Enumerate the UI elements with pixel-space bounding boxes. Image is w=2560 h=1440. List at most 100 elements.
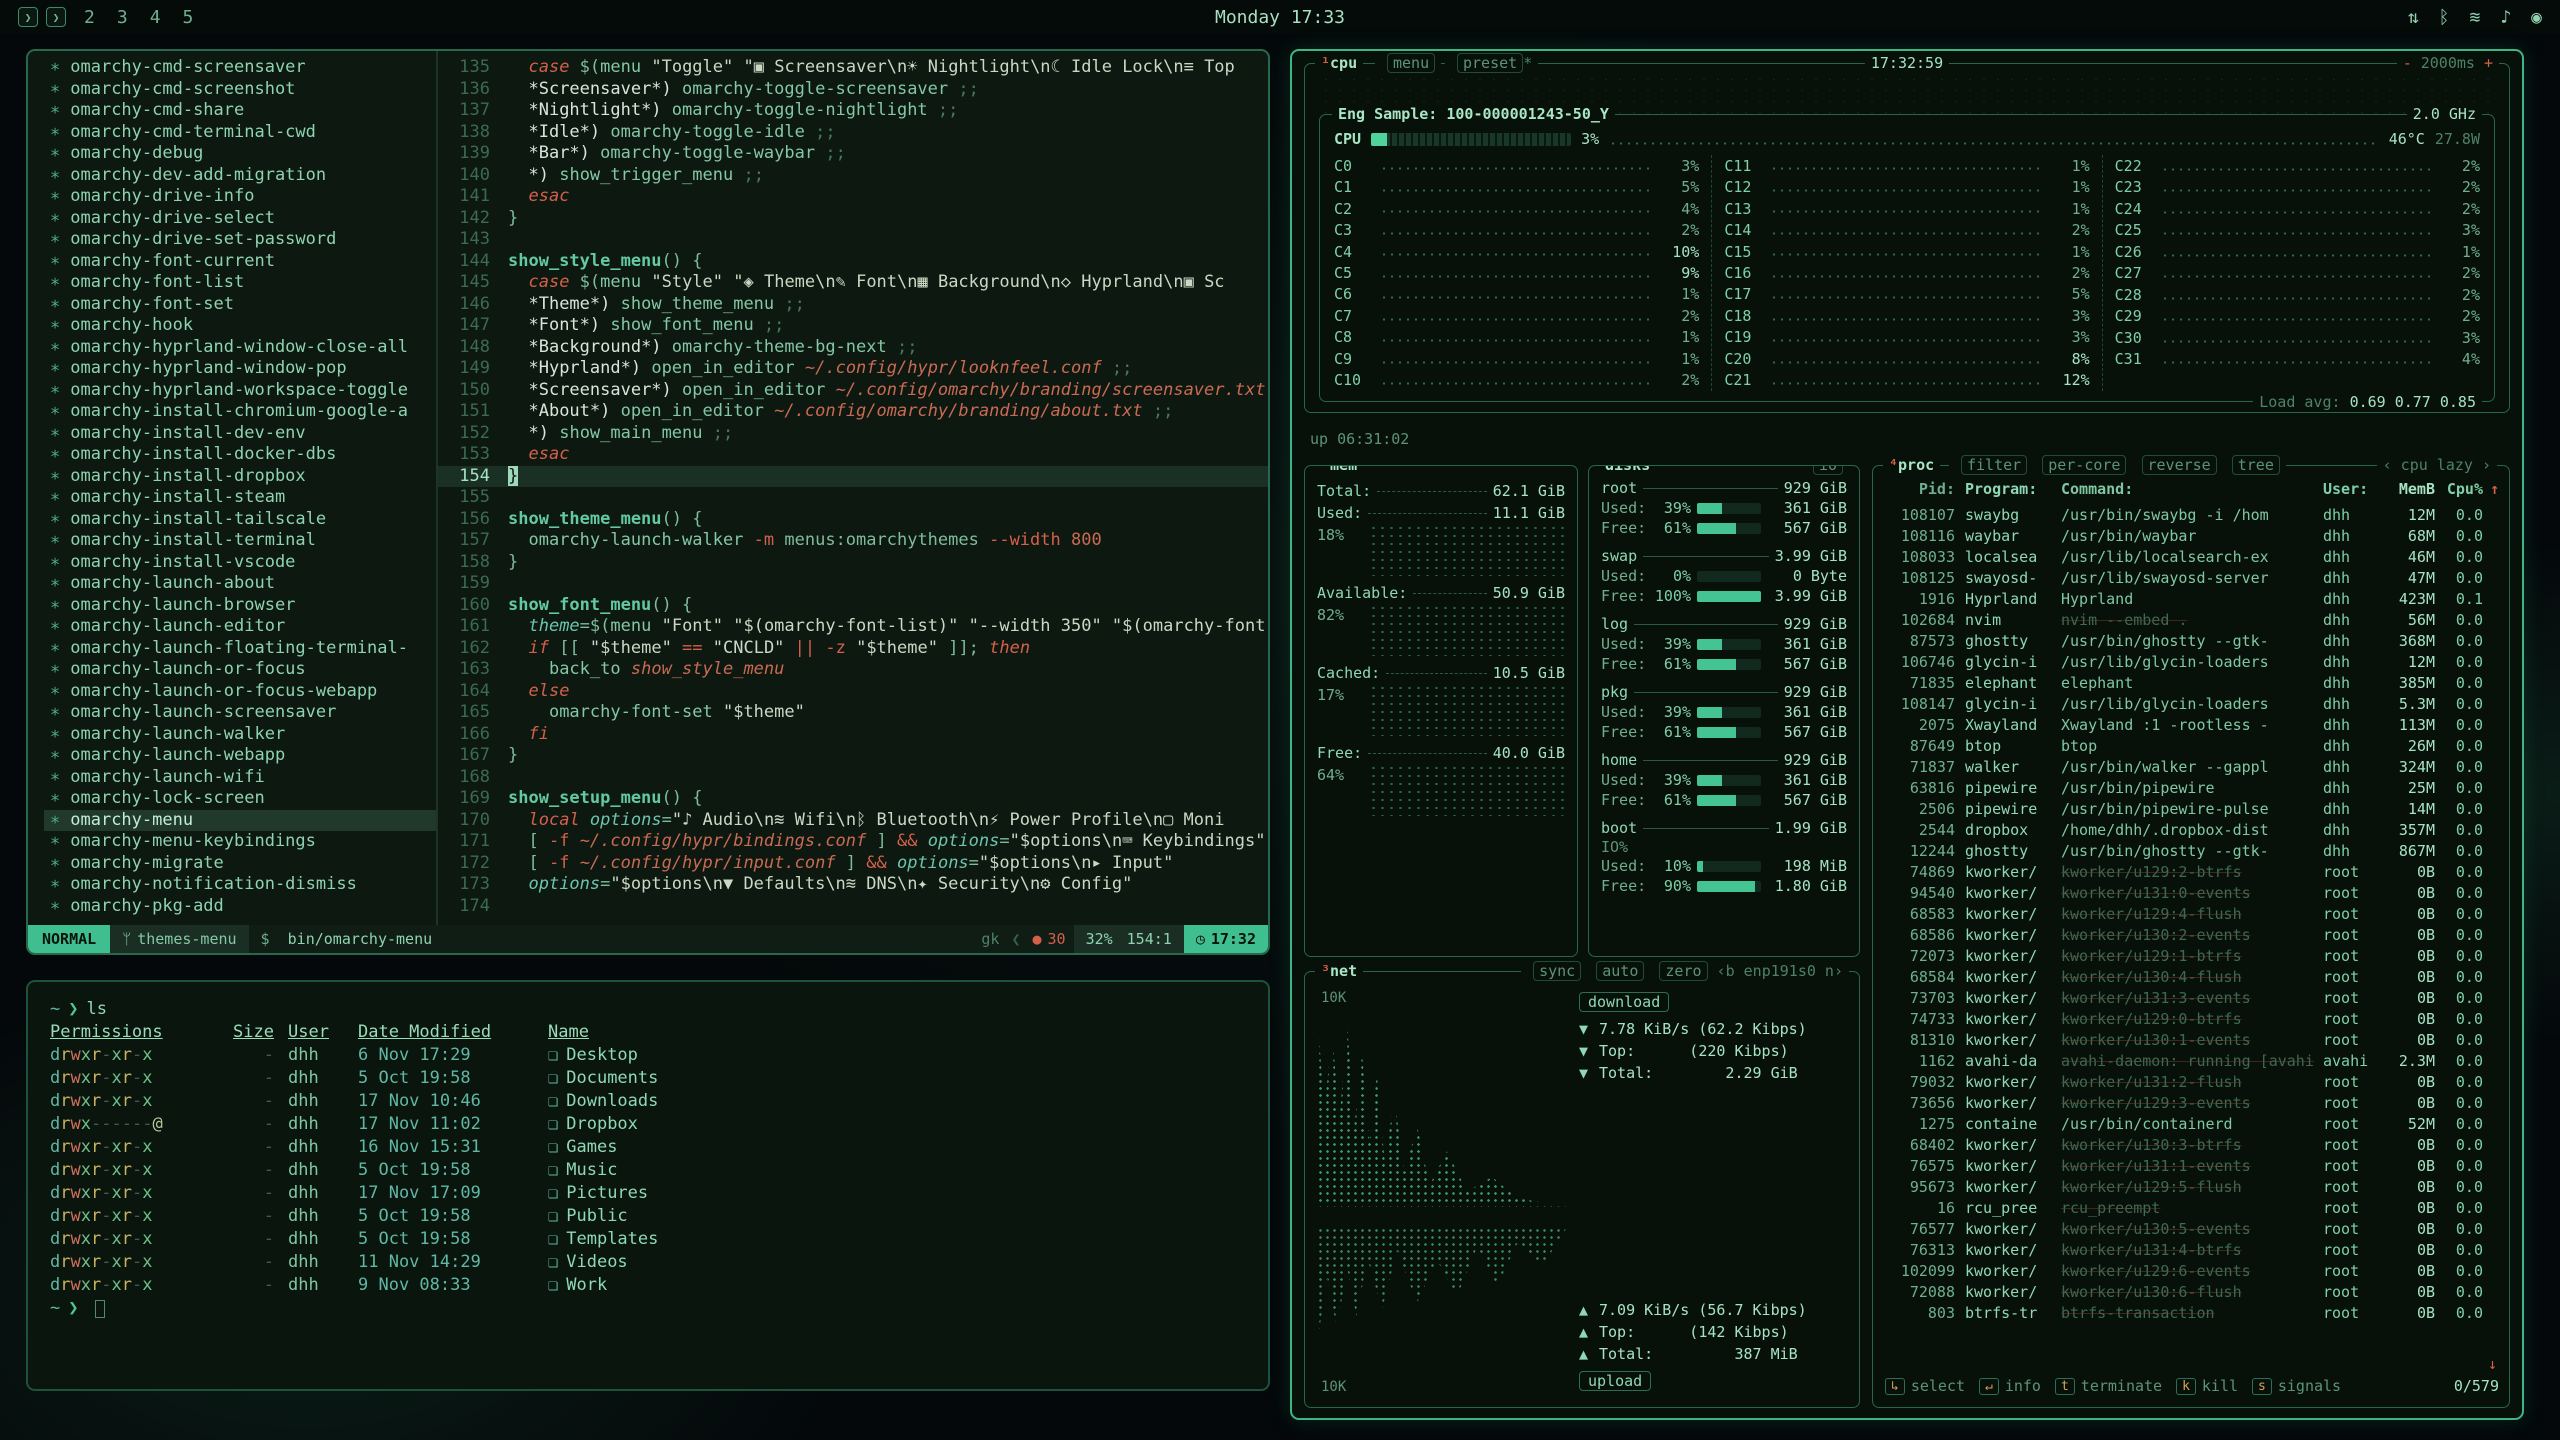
file-item[interactable]: ∗omarchy-install-steam: [44, 487, 436, 509]
process-row[interactable]: 73656kworker/kworker/u129:3-eventsroot0B…: [1885, 1092, 2499, 1113]
process-row[interactable]: 87573ghostty/usr/bin/ghostty --gtk-dhh36…: [1885, 630, 2499, 651]
process-row[interactable]: 2506pipewire/usr/bin/pipewire-pulsedhh14…: [1885, 798, 2499, 819]
footer-action-kill[interactable]: kkill: [2176, 1377, 2238, 1395]
file-item[interactable]: ∗omarchy-install-terminal: [44, 530, 436, 552]
diagnostics-count[interactable]: ● 30: [1024, 930, 1073, 948]
app-window-icon[interactable]: ❯: [46, 7, 66, 27]
file-item[interactable]: ∗omarchy-hyprland-window-pop: [44, 358, 436, 380]
process-row[interactable]: 74733kworker/kworker/u129:0-btrfsroot0B0…: [1885, 1008, 2499, 1029]
file-explorer[interactable]: ∗omarchy-cmd-screensaver∗omarchy-cmd-scr…: [28, 51, 436, 925]
file-item[interactable]: ∗omarchy-drive-info: [44, 186, 436, 208]
btop-window[interactable]: ¹cpu menu preset* 17:32:59 - 2000ms + En…: [1290, 49, 2524, 1420]
file-item[interactable]: ∗omarchy-install-vscode: [44, 552, 436, 574]
process-row[interactable]: 108116waybar/usr/bin/waybardhh68M0.0: [1885, 525, 2499, 546]
footer-action-select[interactable]: ↳select: [1885, 1377, 1965, 1395]
process-row[interactable]: 95673kworker/kworker/u129:5-flushroot0B0…: [1885, 1176, 2499, 1197]
process-row[interactable]: 108125swayosd-/usr/lib/swayosd-serverdhh…: [1885, 567, 2499, 588]
process-row[interactable]: 94540kworker/kworker/u131:0-eventsroot0B…: [1885, 882, 2499, 903]
file-item[interactable]: ∗omarchy-hook: [44, 315, 436, 337]
directory-name[interactable]: ❏Games: [534, 1136, 617, 1159]
directory-name[interactable]: ❏Dropbox: [534, 1113, 638, 1136]
wifi-icon[interactable]: ≋: [2469, 7, 2480, 28]
active-workspace-windows[interactable]: ❯❯: [18, 7, 66, 27]
file-item[interactable]: ∗omarchy-launch-or-focus-webapp: [44, 681, 436, 703]
menu-button[interactable]: menu: [1375, 54, 1441, 72]
file-item[interactable]: ∗omarchy-menu: [44, 810, 436, 832]
directory-name[interactable]: ❏Work: [534, 1274, 607, 1297]
process-row[interactable]: 63816pipewire/usr/bin/pipewiredhh25M0.0: [1885, 777, 2499, 798]
file-item[interactable]: ∗omarchy-cmd-screensaver: [44, 57, 436, 79]
file-item[interactable]: ∗omarchy-pkg-add: [44, 896, 436, 918]
file-item[interactable]: ∗omarchy-launch-floating-terminal-: [44, 638, 436, 660]
process-row[interactable]: 71837walker/usr/bin/walker --gappldhh324…: [1885, 756, 2499, 777]
process-row[interactable]: 108147glycin-i/usr/lib/glycin-loadersdhh…: [1885, 693, 2499, 714]
file-item[interactable]: ∗omarchy-notification-dismiss: [44, 874, 436, 896]
process-row[interactable]: 1162avahi-daavahi-daemon: running [avahi…: [1885, 1050, 2499, 1071]
process-row[interactable]: 72073kworker/kworker/u129:1-btrfsroot0B0…: [1885, 945, 2499, 966]
process-row[interactable]: 71835elephantelephantdhh385M0.0: [1885, 672, 2499, 693]
file-item[interactable]: ∗omarchy-launch-wifi: [44, 767, 436, 789]
directory-name[interactable]: ❏Documents: [534, 1067, 658, 1090]
file-item[interactable]: ∗omarchy-cmd-screenshot: [44, 79, 436, 101]
file-item[interactable]: ∗omarchy-drive-select: [44, 208, 436, 230]
terminal-window[interactable]: ~❯lsPermissionsSizeUserDate ModifiedName…: [26, 980, 1270, 1391]
footer-action-signals[interactable]: ssignals: [2252, 1377, 2341, 1395]
process-row[interactable]: 87649btopbtopdhh26M0.0: [1885, 735, 2499, 756]
directory-name[interactable]: ❏Music: [534, 1159, 617, 1182]
process-row[interactable]: 79032kworker/kworker/u131:2-flushroot0B0…: [1885, 1071, 2499, 1092]
file-item[interactable]: ∗omarchy-font-current: [44, 251, 436, 273]
process-row[interactable]: 1916HyprlandHyprlanddhh423M0.1: [1885, 588, 2499, 609]
process-row[interactable]: 76313kworker/kworker/u131:4-btrfsroot0B0…: [1885, 1239, 2499, 1260]
preset-button[interactable]: preset*: [1445, 54, 1538, 72]
file-item[interactable]: ∗omarchy-font-set: [44, 294, 436, 316]
file-item[interactable]: ∗omarchy-install-chromium-google-a: [44, 401, 436, 423]
process-row[interactable]: 2544dropbox/home/dhh/.dropbox-distdhh357…: [1885, 819, 2499, 840]
file-item[interactable]: ∗omarchy-launch-or-focus: [44, 659, 436, 681]
scroll-down-icon[interactable]: ↓: [2488, 1355, 2497, 1373]
proc-options[interactable]: filter per-core reverse tree: [1949, 456, 2286, 474]
process-row[interactable]: 72088kworker/kworker/u130:6-flushroot0B0…: [1885, 1281, 2499, 1302]
process-column-headers[interactable]: Pid: Program: Command: User: MemB Cpu% ↑: [1885, 480, 2499, 504]
proc-sort-mode[interactable]: ‹ cpu lazy ›: [2377, 456, 2497, 474]
power-icon[interactable]: ◉: [2531, 7, 2542, 28]
directory-name[interactable]: ❏Videos: [534, 1251, 628, 1274]
file-item[interactable]: ∗omarchy-menu-keybindings: [44, 831, 436, 853]
file-item[interactable]: ∗omarchy-migrate: [44, 853, 436, 875]
process-row[interactable]: 108033localsea/usr/lib/localsearch-exdhh…: [1885, 546, 2499, 567]
file-item[interactable]: ∗omarchy-font-list: [44, 272, 436, 294]
file-item[interactable]: ∗omarchy-install-dropbox: [44, 466, 436, 488]
bluetooth-icon[interactable]: ᛒ: [2439, 7, 2450, 28]
process-row[interactable]: 106746glycin-i/usr/lib/glycin-loadersdhh…: [1885, 651, 2499, 672]
file-item[interactable]: ∗omarchy-launch-walker: [44, 724, 436, 746]
app-window-icon[interactable]: ❯: [18, 7, 38, 27]
net-controls[interactable]: sync auto zero ‹b enp191s0 n›: [1521, 962, 1849, 980]
file-item[interactable]: ∗omarchy-dev-add-migration: [44, 165, 436, 187]
process-row[interactable]: 76575kworker/kworker/u131:1-eventsroot0B…: [1885, 1155, 2499, 1176]
file-item[interactable]: ∗omarchy-drive-set-password: [44, 229, 436, 251]
process-row[interactable]: 12244ghostty/usr/bin/ghostty --gtk-dhh86…: [1885, 840, 2499, 861]
process-row[interactable]: 68586kworker/kworker/u130:2-eventsroot0B…: [1885, 924, 2499, 945]
file-item[interactable]: ∗omarchy-hyprland-window-close-all: [44, 337, 436, 359]
file-item[interactable]: ∗omarchy-install-tailscale: [44, 509, 436, 531]
process-row[interactable]: 76577kworker/kworker/u130:5-eventsroot0B…: [1885, 1218, 2499, 1239]
directory-name[interactable]: ❏Templates: [534, 1228, 658, 1251]
directory-name[interactable]: ❏Downloads: [534, 1090, 658, 1113]
process-row[interactable]: 1275containe/usr/bin/containerdroot52M0.…: [1885, 1113, 2499, 1134]
scroll-up-icon[interactable]: ↑: [2490, 480, 2499, 498]
editor-window[interactable]: ∗omarchy-cmd-screensaver∗omarchy-cmd-scr…: [26, 49, 1270, 955]
network-traffic-icon[interactable]: ⇅: [2408, 7, 2419, 28]
workspace-3[interactable]: 3: [115, 7, 130, 28]
process-row[interactable]: 74869kworker/kworker/u129:2-btrfsroot0B0…: [1885, 861, 2499, 882]
process-row[interactable]: 16rcu_preercu_preemptroot0B0.0: [1885, 1197, 2499, 1218]
file-item[interactable]: ∗omarchy-install-docker-dbs: [44, 444, 436, 466]
process-row[interactable]: 81310kworker/kworker/u130:1-eventsroot0B…: [1885, 1029, 2499, 1050]
volume-icon[interactable]: ♪: [2500, 7, 2511, 28]
file-item[interactable]: ∗omarchy-hyprland-workspace-toggle: [44, 380, 436, 402]
file-item[interactable]: ∗omarchy-debug: [44, 143, 436, 165]
file-item[interactable]: ∗omarchy-launch-browser: [44, 595, 436, 617]
process-row[interactable]: 102099kworker/kworker/u129:6-eventsroot0…: [1885, 1260, 2499, 1281]
workspace-5[interactable]: 5: [181, 7, 196, 28]
footer-action-terminate[interactable]: tterminate: [2055, 1377, 2162, 1395]
process-row[interactable]: 803btrfs-trbtrfs-transactionroot0B0.0: [1885, 1302, 2499, 1323]
update-interval[interactable]: - 2000ms +: [2397, 54, 2499, 72]
